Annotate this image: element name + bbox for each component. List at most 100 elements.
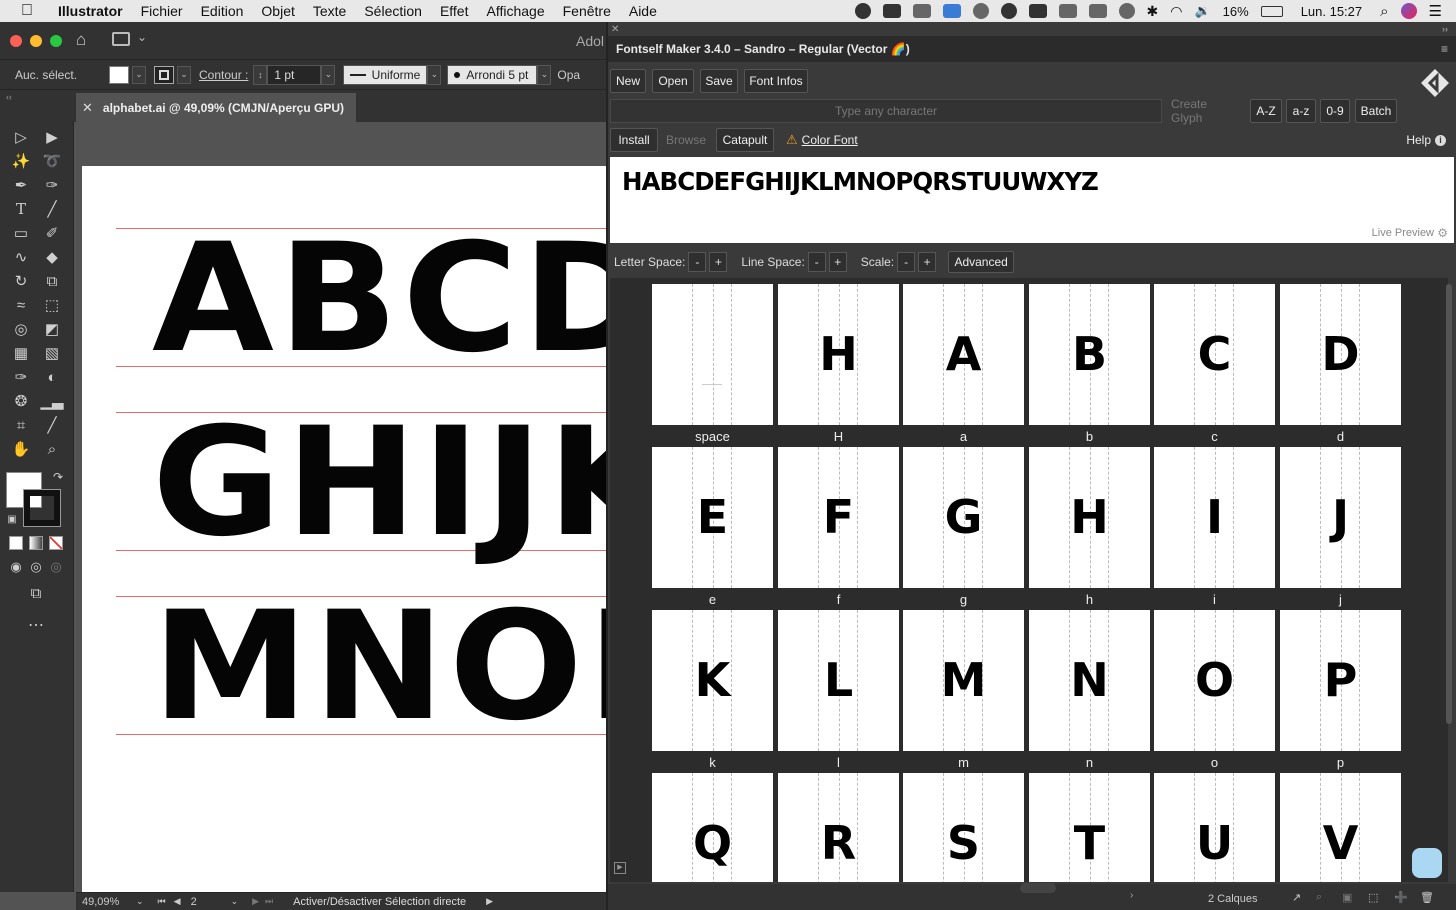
install-button[interactable]: Install bbox=[610, 128, 658, 152]
glyph-cell[interactable]: S bbox=[903, 773, 1024, 882]
draw-inside-icon[interactable]: ◎ bbox=[44, 556, 68, 578]
next-artboard-icon[interactable]: ▶ bbox=[252, 896, 259, 907]
zoom-dropdown-icon[interactable]: ⌄ bbox=[136, 896, 144, 907]
direct-selection-tool-icon[interactable]: ▶ bbox=[40, 126, 64, 148]
new-sublayer-icon[interactable]: ⬚ bbox=[1368, 891, 1378, 904]
slice-tool-icon[interactable]: ╱ bbox=[40, 414, 64, 436]
glyph-cell[interactable]: Q bbox=[652, 773, 773, 882]
window-zoom-button[interactable] bbox=[50, 35, 62, 47]
font-infos-button[interactable]: Font Infos bbox=[744, 69, 808, 93]
creative-cloud-icon[interactable] bbox=[972, 3, 989, 19]
menu-fenetre[interactable]: Fenêtre bbox=[554, 3, 620, 19]
new-layer-icon[interactable]: ➕ bbox=[1394, 891, 1408, 904]
glyph-cell[interactable]: K bbox=[652, 610, 773, 751]
eraser-tool-icon[interactable]: ◆ bbox=[40, 246, 64, 268]
glyph-cell[interactable]: U bbox=[1154, 773, 1275, 882]
paintbrush-tool-icon[interactable]: ✐ bbox=[40, 222, 64, 244]
batch-button[interactable]: Batch bbox=[1355, 99, 1397, 123]
scale-tool-icon[interactable]: ⧉ bbox=[40, 270, 64, 292]
gradient-mode-icon[interactable] bbox=[29, 536, 43, 550]
menu-aide[interactable]: Aide bbox=[620, 3, 666, 19]
character-input[interactable]: Type any character bbox=[610, 99, 1162, 123]
search-layer-icon[interactable]: ⌕ bbox=[1316, 891, 1322, 904]
brush-dropdown[interactable]: ⌄ bbox=[537, 64, 552, 85]
az-upper-button[interactable]: A-Z bbox=[1250, 99, 1282, 123]
glyph-cell[interactable]: D bbox=[1280, 284, 1401, 425]
info-circle-icon[interactable] bbox=[1000, 3, 1017, 19]
new-button[interactable]: New bbox=[610, 69, 646, 93]
volume-icon[interactable]: 🔉 bbox=[1194, 3, 1210, 19]
letter-space-minus-button[interactable]: - bbox=[688, 252, 707, 272]
glyph-cell[interactable]: I bbox=[1154, 447, 1275, 588]
glyph-cell[interactable]: P bbox=[1280, 610, 1401, 751]
apple-icon[interactable]:  bbox=[18, 2, 36, 20]
glyph-cell[interactable] bbox=[652, 284, 773, 425]
gear-icon[interactable]: ⚙ bbox=[1437, 226, 1448, 240]
glyph-cell[interactable]: J bbox=[1280, 447, 1401, 588]
line-space-plus-button[interactable]: + bbox=[828, 252, 847, 272]
opacity-label[interactable]: Opa bbox=[557, 68, 580, 82]
doc-tab-alphabet[interactable]: ✕ alphabet.ai @ 49,09% (CMJN/Aperçu GPU) bbox=[76, 93, 356, 122]
rectangle-tool-icon[interactable]: ▭ bbox=[9, 222, 33, 244]
shape-builder-tool-icon[interactable]: ◎ bbox=[9, 318, 33, 340]
none-mode-icon[interactable] bbox=[49, 536, 63, 550]
gradient-tool-icon[interactable]: ▧ bbox=[40, 342, 64, 364]
panel-menu-icon[interactable]: ≡ bbox=[1441, 42, 1448, 56]
glyph-cell[interactable]: E bbox=[652, 447, 773, 588]
help-link[interactable]: Help i bbox=[1406, 133, 1446, 147]
artboard-tool-icon[interactable]: ⌗ bbox=[9, 414, 33, 436]
battery-icon[interactable] bbox=[1260, 5, 1283, 17]
glyph-cell[interactable]: C bbox=[1154, 284, 1275, 425]
horizontal-scroll-thumb[interactable] bbox=[1020, 883, 1056, 893]
time-machine-icon[interactable] bbox=[1118, 3, 1135, 19]
catapult-button[interactable]: Catapult bbox=[716, 128, 774, 152]
status-menu-icon[interactable]: ▶ bbox=[486, 896, 493, 907]
line-tool-icon[interactable]: ╱ bbox=[40, 198, 64, 220]
export-icon[interactable]: ↗ bbox=[1292, 891, 1301, 904]
rotate-tool-icon[interactable]: ↻ bbox=[9, 270, 33, 292]
stroke-weight-dropdown[interactable]: ⌄ bbox=[321, 64, 336, 85]
zoom-tool-icon[interactable]: ⌕ bbox=[40, 438, 64, 460]
chat-support-icon[interactable] bbox=[1412, 848, 1442, 878]
free-transform-tool-icon[interactable]: ⬚ bbox=[40, 294, 64, 316]
cloud-upload-icon[interactable] bbox=[882, 4, 901, 18]
glyph-cell[interactable]: A bbox=[903, 284, 1024, 425]
shaper-tool-icon[interactable]: ∿ bbox=[9, 246, 33, 268]
app-status-icon[interactable] bbox=[942, 4, 961, 18]
fontself-logo-icon[interactable] bbox=[1420, 68, 1450, 98]
hand-tool-icon[interactable]: ✋ bbox=[9, 438, 33, 460]
type-tool-icon[interactable]: T bbox=[9, 198, 33, 220]
collect-icon[interactable]: ▣ bbox=[1342, 891, 1352, 904]
eyedropper-tool-icon[interactable]: ✑ bbox=[9, 366, 33, 388]
glyph-cell[interactable]: G bbox=[903, 447, 1024, 588]
stroke-profile-select[interactable]: Uniforme bbox=[343, 64, 428, 85]
perspective-grid-tool-icon[interactable]: ◩ bbox=[40, 318, 64, 340]
blend-tool-icon[interactable]: ◐ bbox=[40, 366, 64, 388]
siri-icon[interactable] bbox=[1400, 3, 1417, 19]
stroke-swatch[interactable] bbox=[154, 65, 174, 84]
az-lower-button[interactable]: a-z bbox=[1286, 99, 1316, 123]
scroll-right-icon[interactable]: › bbox=[1130, 890, 1133, 901]
menu-selection[interactable]: Sélection bbox=[355, 3, 431, 19]
line-space-minus-button[interactable]: - bbox=[807, 252, 826, 272]
search-icon[interactable]: ⌕ bbox=[1380, 3, 1388, 20]
window-close-button[interactable] bbox=[10, 35, 22, 47]
symbol-sprayer-tool-icon[interactable]: ❂ bbox=[9, 390, 33, 412]
fill-dropdown[interactable]: ⌄ bbox=[132, 65, 146, 84]
glyph-cell[interactable]: V bbox=[1280, 773, 1401, 882]
home-icon[interactable]: ⌂ bbox=[76, 31, 94, 48]
digits-button[interactable]: 0-9 bbox=[1320, 99, 1350, 123]
window-minimize-button[interactable] bbox=[30, 35, 42, 47]
curvature-tool-icon[interactable]: ✑ bbox=[40, 174, 64, 196]
glyph-grid-scrollbar[interactable] bbox=[1446, 284, 1452, 724]
glyph-cell[interactable]: N bbox=[1029, 610, 1150, 751]
glyph-cell[interactable]: T bbox=[1029, 773, 1150, 882]
screen-icon[interactable] bbox=[1058, 4, 1077, 18]
menu-objet[interactable]: Objet bbox=[252, 3, 303, 19]
menu-edition[interactable]: Edition bbox=[192, 3, 253, 19]
stroke-weight-field[interactable]: 1 pt bbox=[267, 64, 322, 85]
artboard-dropdown-icon[interactable]: ⌄ bbox=[231, 896, 239, 907]
dropbox-icon[interactable] bbox=[912, 4, 931, 18]
wifi-icon[interactable]: ◠ bbox=[1170, 3, 1182, 20]
magic-wand-tool-icon[interactable]: ✨ bbox=[9, 150, 33, 172]
